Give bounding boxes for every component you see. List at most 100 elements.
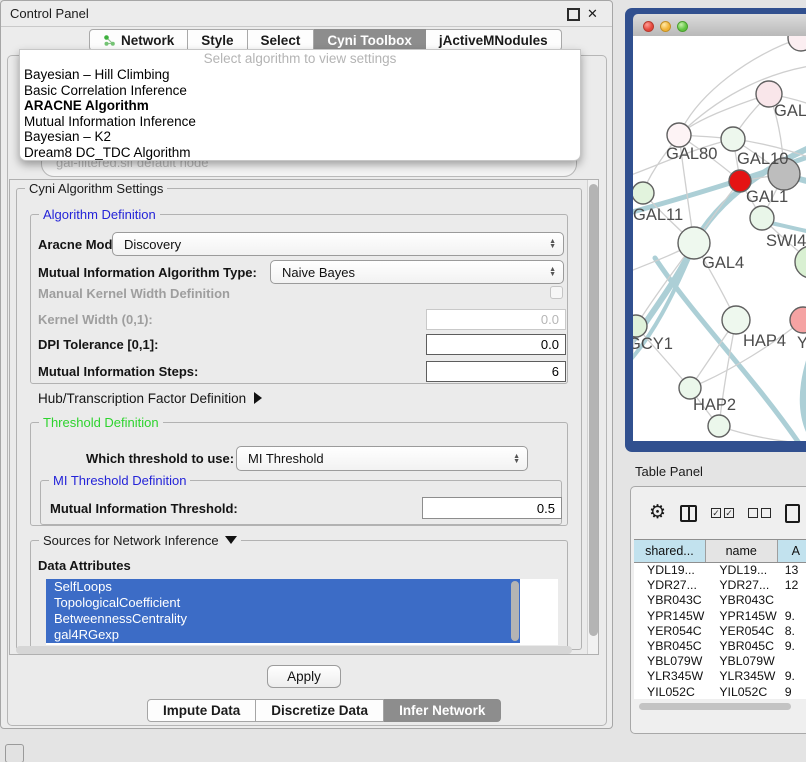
vertical-scrollbar-thumb[interactable] — [589, 184, 598, 636]
table-cell: 8. — [779, 624, 806, 639]
network-node[interactable] — [788, 36, 806, 51]
table-row[interactable]: YER054CYER054C8. — [634, 624, 806, 639]
dropdown-item-basic-correlation-inference[interactable]: Basic Correlation Inference — [20, 83, 580, 99]
sources-group-title[interactable]: Sources for Network Inference — [39, 533, 241, 548]
table-row[interactable]: YDL19...YDL19...13 — [634, 563, 806, 578]
network-window-titlebar[interactable] — [633, 14, 806, 37]
table-row[interactable]: YPR145WYPR145W9. — [634, 609, 806, 624]
table-cell — [779, 654, 806, 669]
mi-steps-input[interactable] — [426, 361, 566, 382]
zoom-traffic-light-icon[interactable] — [677, 21, 688, 32]
table-row[interactable]: YLR345WYLR345W9. — [634, 669, 806, 684]
algorithm-definition-title: Algorithm Definition — [39, 207, 160, 222]
table-row[interactable]: YBL079WYBL079W — [634, 654, 806, 669]
mi-steps-label: Mutual Information Steps: — [38, 364, 198, 379]
close-traffic-light-icon[interactable] — [643, 21, 654, 32]
list-item-betweennesscentrality[interactable]: BetweennessCentrality — [46, 611, 520, 627]
table-cell: 9. — [779, 609, 806, 624]
data-attributes-label: Data Attributes — [38, 558, 131, 573]
list-item-selfloops[interactable]: SelfLoops — [46, 579, 520, 595]
node-label-gal80: GAL80 — [666, 145, 717, 163]
mi-type-value: Naive Bayes — [271, 265, 549, 280]
table-cell: YDR27... — [634, 578, 706, 593]
mi-type-label: Mutual Information Algorithm Type: — [38, 265, 257, 280]
network-node[interactable] — [750, 206, 774, 230]
which-threshold-value: MI Threshold — [237, 451, 513, 466]
minimize-traffic-light-icon[interactable] — [660, 21, 671, 32]
dpi-tolerance-label: DPI Tolerance [0,1]: — [38, 337, 158, 352]
tab-label: Cyni Toolbox — [327, 33, 412, 48]
list-item-topologicalcoefficient[interactable]: TopologicalCoefficient — [46, 595, 520, 611]
table-cell: YDR27... — [706, 578, 778, 593]
table-row[interactable]: YIL052CYIL052C9 — [634, 685, 806, 700]
table-header-row: shared...nameA — [634, 539, 806, 563]
network-node[interactable] — [708, 415, 730, 437]
dpi-tolerance-input[interactable] — [426, 334, 566, 355]
tab-style[interactable]: Style — [188, 29, 247, 51]
apply-button[interactable]: Apply — [267, 665, 341, 688]
list-item-gal4rgexp[interactable]: gal4RGexp — [46, 627, 520, 643]
table-horizontal-scrollbar-thumb[interactable] — [639, 703, 791, 710]
network-node[interactable] — [667, 123, 691, 147]
columns-icon[interactable] — [680, 505, 697, 522]
close-icon[interactable]: ✕ — [587, 7, 600, 20]
select-all-checkboxes-icon[interactable]: ✓✓ — [711, 508, 734, 518]
table-row[interactable]: YDR27...YDR27...12 — [634, 578, 806, 593]
table-row[interactable]: YBR043CYBR043C — [634, 593, 806, 608]
dropdown-item-dream8-dc-tdc-algorithm[interactable]: Dream8 DC_TDC Algorithm — [20, 145, 580, 161]
node-label-hap4: HAP4 — [743, 332, 786, 350]
node-label-hap2: HAP2 — [693, 396, 736, 414]
screen: Control Panel ✕ NetworkStyleSelectCyni T… — [0, 0, 806, 762]
tab-infer-network[interactable]: Infer Network — [384, 699, 501, 722]
column-header-shared[interactable]: shared... — [634, 540, 706, 562]
column-header-a[interactable]: A — [778, 540, 806, 562]
network-node[interactable] — [633, 182, 654, 204]
hub-section-toggle[interactable]: Hub/Transcription Factor Definition — [38, 391, 262, 406]
column-header-name[interactable]: name — [706, 540, 778, 562]
network-edge — [679, 94, 769, 135]
table-cell: YIL052C — [634, 685, 706, 700]
network-canvas[interactable]: GALGAL80GAL10GAL1GAL11SWI4GAL4GCY1HAP4YH… — [633, 36, 806, 441]
which-threshold-label: Which threshold to use: — [86, 451, 234, 466]
table-cell: YPR145W — [634, 609, 706, 624]
cyni-algorithm-settings-title: Cyni Algorithm Settings — [25, 181, 167, 196]
deselect-all-checkboxes-icon[interactable] — [748, 508, 771, 518]
mi-threshold-input[interactable] — [422, 497, 562, 519]
tab-label: Network — [121, 33, 174, 48]
network-node[interactable] — [790, 307, 806, 333]
float-window-icon[interactable] — [567, 7, 580, 20]
gear-icon[interactable]: ⚙ — [649, 503, 666, 523]
manual-kernel-checkbox[interactable] — [550, 286, 563, 299]
table-panel-title: Table Panel — [635, 464, 703, 479]
list-scrollbar-thumb[interactable] — [511, 581, 519, 641]
aracne-mode-combo[interactable]: Discovery ▲▼ — [112, 232, 564, 256]
dropdown-item-bayesian-k2[interactable]: Bayesian – K2 — [20, 129, 580, 145]
dropdown-item-bayesian-hill-climbing[interactable]: Bayesian – Hill Climbing — [20, 67, 580, 83]
mi-type-combo[interactable]: Naive Bayes ▲▼ — [270, 260, 564, 284]
tab-discretize-data[interactable]: Discretize Data — [256, 699, 384, 722]
horizontal-scrollbar-thumb[interactable] — [16, 646, 572, 654]
network-node[interactable] — [721, 127, 745, 151]
tab-cyni-toolbox[interactable]: Cyni Toolbox — [314, 29, 426, 51]
collapsed-panel-button[interactable] — [5, 744, 24, 762]
table-toolbar: ⚙ ✓✓ — [631, 493, 806, 533]
tab-jactivemnodules[interactable]: jActiveMNodules — [426, 29, 562, 51]
which-threshold-combo[interactable]: MI Threshold ▲▼ — [236, 446, 528, 471]
network-node[interactable] — [722, 306, 750, 334]
dropdown-item-aracne-algorithm[interactable]: ARACNE Algorithm — [20, 98, 580, 114]
combo-spinner-icon: ▲▼ — [549, 267, 556, 277]
table-cell: YPR145W — [706, 609, 778, 624]
network-view-window: GALGAL80GAL10GAL1GAL11SWI4GAL4GCY1HAP4YH… — [625, 8, 806, 452]
table-row[interactable]: YBR045CYBR045C9. — [634, 639, 806, 654]
combo-spinner-icon: ▲▼ — [513, 454, 520, 464]
data-attributes-list[interactable]: SelfLoopsTopologicalCoefficientBetweenne… — [46, 579, 558, 645]
dropdown-item-mutual-information-inference[interactable]: Mutual Information Inference — [20, 114, 580, 130]
network-node[interactable] — [795, 246, 806, 278]
document-icon[interactable] — [785, 504, 800, 523]
tab-network[interactable]: Network — [89, 29, 188, 51]
table-cell: YDL19... — [634, 563, 706, 578]
kernel-width-input[interactable] — [426, 309, 566, 330]
algorithm-dropdown-popup: Select algorithm to view settings Bayesi… — [19, 49, 581, 161]
tab-impute-data[interactable]: Impute Data — [147, 699, 256, 722]
tab-select[interactable]: Select — [248, 29, 315, 51]
